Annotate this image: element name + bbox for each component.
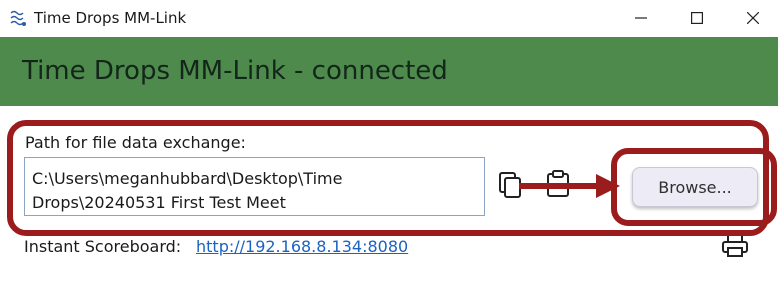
maximize-icon: [691, 9, 704, 28]
copy-icon: [497, 171, 523, 203]
browse-button[interactable]: Browse...: [632, 167, 758, 207]
annotation-arrow-head: [596, 174, 620, 198]
window-title: Time Drops MM-Link: [34, 9, 187, 27]
print-button[interactable]: [719, 232, 751, 264]
status-header: Time Drops MM-Link - connected: [0, 37, 778, 106]
clipboard-icon: [545, 169, 571, 203]
close-icon: [746, 9, 760, 28]
printer-icon: [721, 233, 749, 263]
copy-path-button[interactable]: [494, 171, 526, 203]
scoreboard-label: Instant Scoreboard:: [24, 237, 182, 256]
maximize-button[interactable]: [674, 0, 720, 36]
path-label: Path for file data exchange:: [25, 133, 246, 152]
paste-path-button[interactable]: [542, 170, 574, 202]
scoreboard-link[interactable]: http://192.168.8.134:8080: [196, 237, 408, 256]
close-button[interactable]: [730, 0, 776, 36]
path-input[interactable]: C:\Users\meganhubbard\Desktop\Time Drops…: [24, 157, 485, 216]
title-bar: Time Drops MM-Link: [0, 0, 778, 36]
minimize-icon: [635, 9, 647, 28]
connection-status-title: Time Drops MM-Link - connected: [22, 56, 448, 86]
minimize-button[interactable]: [618, 0, 664, 36]
app-logo-icon: [9, 9, 27, 27]
